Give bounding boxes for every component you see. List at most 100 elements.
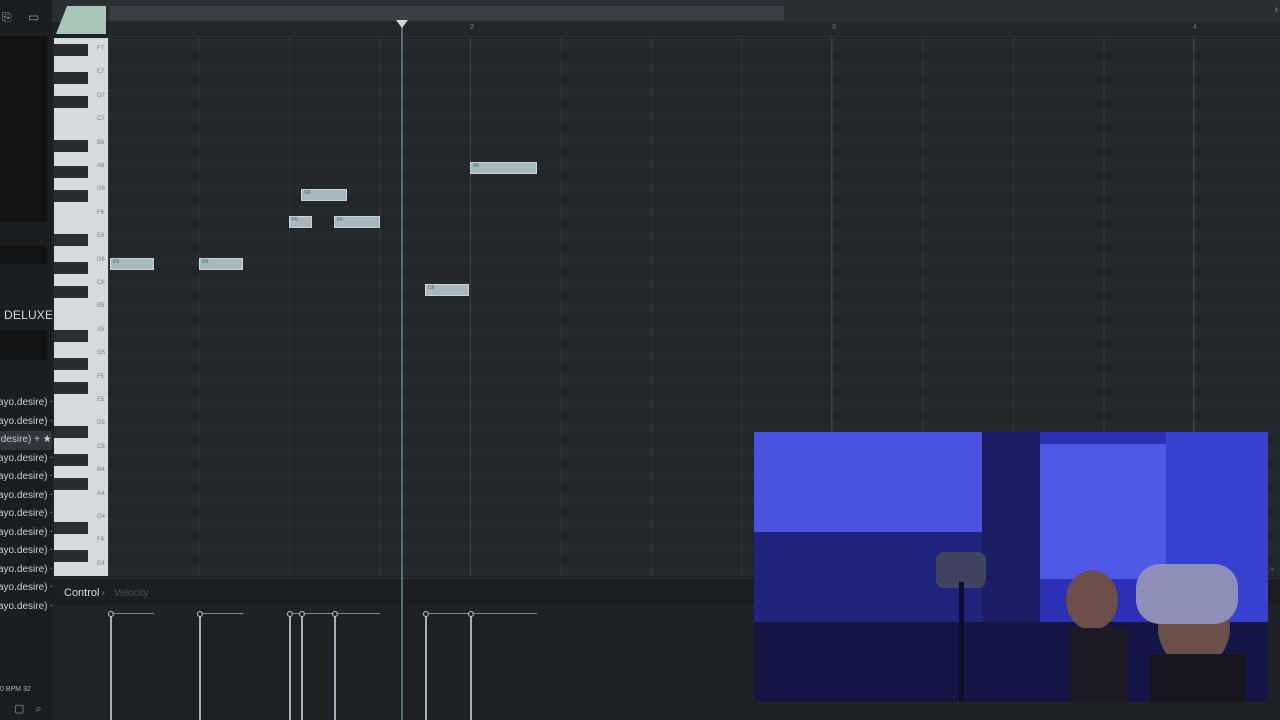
key-label: G4 [97, 514, 106, 520]
bpm-readout: 0 BPM 32 [0, 686, 31, 693]
plugin-list-item[interactable]: ayo.desire) + [0, 542, 52, 561]
plugin-list-item[interactable]: ayo.desire) + [0, 505, 52, 524]
black-key[interactable] [54, 478, 88, 490]
browser-section-header [0, 246, 47, 264]
search-icon[interactable]: ⌕ [35, 703, 41, 715]
browser-icon[interactable]: ⎘ [2, 10, 12, 25]
black-key[interactable] [54, 358, 88, 370]
velocity-stem[interactable] [289, 614, 291, 720]
browser-preview-area [0, 36, 47, 222]
plugin-list-item[interactable]: ayo.desire) + [0, 468, 52, 487]
key-label: E4 [97, 560, 105, 567]
plugin-list-item[interactable]: ayo.desire) + [0, 598, 52, 617]
plugin-list-item[interactable]: ayo.desire) + [0, 487, 52, 506]
plugin-list-item[interactable]: ayo.desire) + [0, 524, 52, 543]
velocity-handle[interactable] [299, 611, 305, 617]
folder-icon[interactable]: ▭ [28, 10, 39, 24]
velocity-stem[interactable] [470, 614, 472, 720]
timeline-ruler[interactable]: 2 3 4 [108, 22, 1280, 37]
velocity-handle[interactable] [287, 611, 293, 617]
black-key[interactable] [54, 426, 88, 438]
velocity-handle[interactable] [423, 611, 429, 617]
key-label: A4 [97, 490, 105, 497]
black-key[interactable] [54, 44, 88, 56]
velocity-stem[interactable] [110, 614, 112, 720]
key-label: B6 [97, 139, 105, 146]
midi-note[interactable]: D6 [199, 258, 243, 270]
midi-note[interactable]: A6 [470, 162, 537, 174]
velocity-handle[interactable] [108, 611, 114, 617]
plugin-list-item[interactable]: ayo.desire) + [0, 579, 52, 598]
midi-note[interactable]: D6 [110, 258, 154, 270]
black-key[interactable] [54, 382, 88, 394]
piano-keyboard[interactable]: F7 E7 D7 C7 B6 A6 G6 F6 E6 D6 C6 B5 A5 G5 F5 E5 D5 C5 B4 A4… [54, 38, 108, 576]
black-key[interactable] [54, 96, 88, 108]
ruler-bar-number: 2 [470, 24, 474, 31]
black-key[interactable] [54, 234, 88, 246]
black-key[interactable] [54, 190, 88, 202]
plugin-list-item[interactable]: ayo.desire) + [0, 450, 52, 469]
playhead-marker-icon[interactable] [396, 20, 408, 28]
midi-note[interactable]: F6 [289, 216, 312, 228]
key-label: D6 [97, 256, 105, 263]
playhead[interactable] [401, 22, 403, 720]
key-label: C6 [97, 280, 105, 286]
plugin-list-item[interactable]: ayo.desire) + [0, 561, 52, 580]
plugin-list: ayo.desire) +ayo.desire) +.desire) + ★ay… [0, 394, 52, 616]
black-key[interactable] [54, 72, 88, 84]
velocity-line [472, 613, 537, 614]
velocity-line [336, 613, 380, 614]
key-label: D7 [97, 92, 105, 99]
control-dropdown[interactable]: Control [64, 587, 99, 599]
velocity-line [112, 613, 154, 614]
black-key[interactable] [54, 166, 88, 178]
tool-strip[interactable] [110, 6, 784, 20]
webcam-image [754, 432, 1268, 702]
midi-note[interactable]: G6 [301, 189, 347, 201]
black-key[interactable] [54, 330, 88, 342]
plugin-list-item[interactable]: .desire) + ★ [0, 431, 52, 450]
black-key[interactable] [54, 550, 88, 562]
midi-note[interactable]: F6 [334, 216, 380, 228]
black-key[interactable] [54, 454, 88, 466]
velocity-line [201, 613, 243, 614]
velocity-stem[interactable] [425, 614, 427, 720]
bar-line [470, 38, 471, 576]
key-label: G6 [97, 186, 106, 193]
velocity-label: Velocity [114, 588, 149, 599]
piano-roll-toolbar [52, 0, 1280, 22]
velocity-stem[interactable] [334, 614, 336, 720]
plugin-title: DELUXE [4, 308, 52, 322]
key-label: B4 [97, 467, 105, 474]
ruler-bar-number: 3 [832, 24, 836, 31]
velocity-line [427, 613, 469, 614]
black-key[interactable] [54, 522, 88, 534]
midi-note[interactable]: C6 [425, 284, 469, 296]
key-label: E5 [97, 397, 105, 403]
chevron-down-icon[interactable]: ⌄ [1269, 563, 1276, 572]
key-label: E7 [97, 69, 105, 76]
browser-section-block [0, 330, 47, 360]
ruler-bar-number: 4 [1193, 24, 1197, 31]
plugin-list-item[interactable]: ayo.desire) + [0, 413, 52, 432]
black-key[interactable] [54, 262, 88, 274]
chevron-right-icon[interactable]: › [1275, 4, 1278, 15]
browser-footer: ▢ ⌕ [14, 702, 42, 716]
chevron-right-icon: › [102, 588, 105, 597]
velocity-handle[interactable] [468, 611, 474, 617]
velocity-handle[interactable] [332, 611, 338, 617]
key-label: F5 [97, 373, 105, 380]
key-label: F7 [97, 46, 105, 52]
folder-icon[interactable]: ▢ [14, 703, 24, 715]
black-key[interactable] [54, 286, 88, 298]
key-label: C5 [97, 443, 105, 450]
key-label: A6 [97, 163, 105, 169]
velocity-stem[interactable] [301, 614, 303, 720]
black-key[interactable] [54, 140, 88, 152]
browser-toolbar: ⎘ ▭ [0, 8, 52, 28]
key-label: F6 [97, 209, 105, 216]
velocity-stem[interactable] [199, 614, 201, 720]
key-label: C7 [97, 116, 105, 123]
plugin-list-item[interactable]: ayo.desire) + [0, 394, 52, 413]
velocity-handle[interactable] [197, 611, 203, 617]
